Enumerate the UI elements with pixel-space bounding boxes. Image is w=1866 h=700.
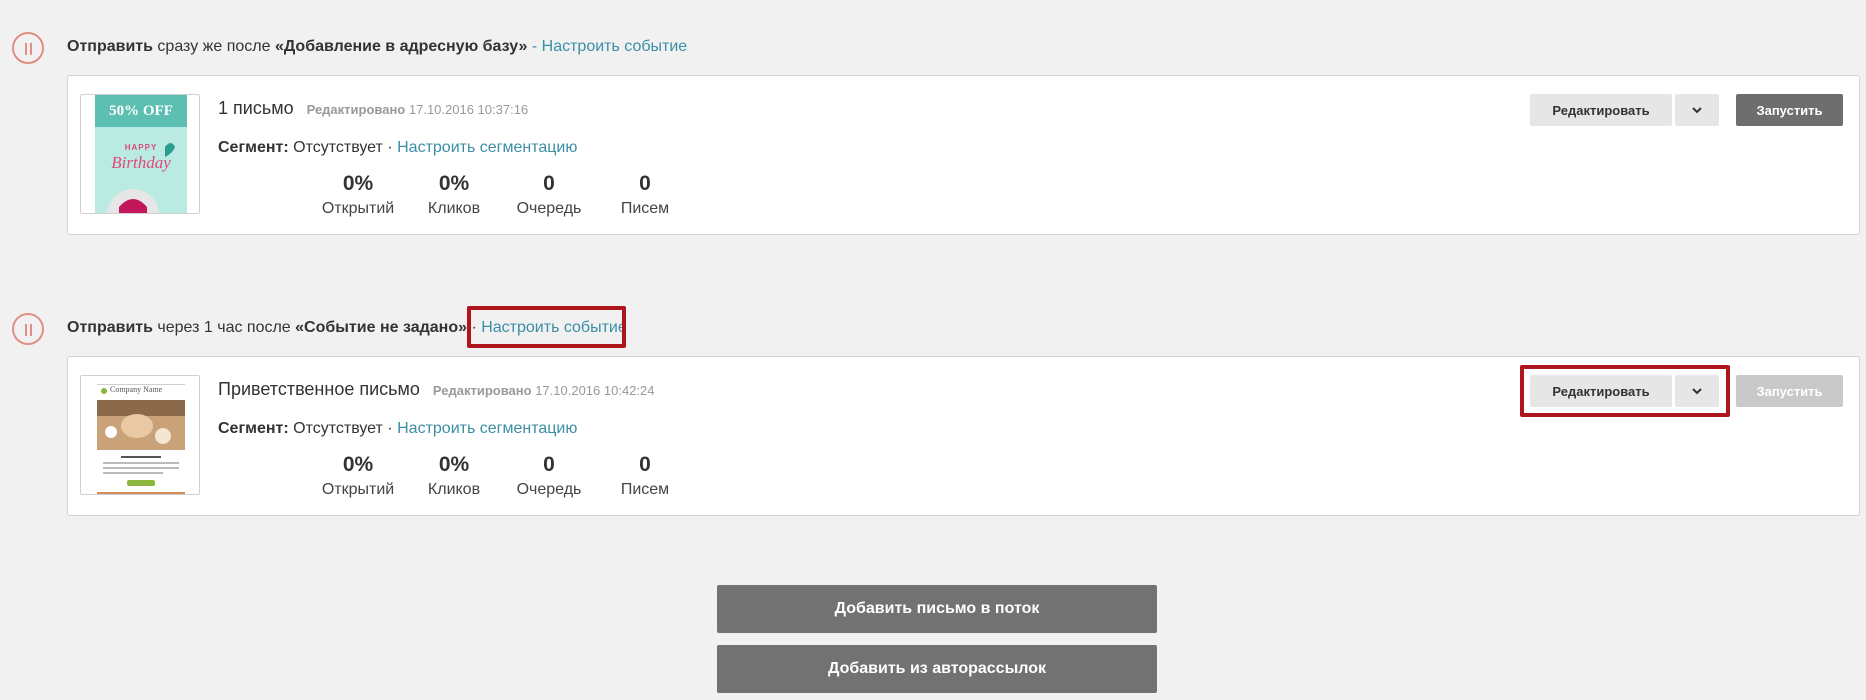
timing-text: через 1 час после: [157, 319, 291, 336]
mail-title-row: 1 письмо Редактировано 17.10.2016 10:37:…: [218, 98, 528, 119]
stat-label: Писем: [620, 200, 670, 217]
stat-label: Кликов: [427, 200, 481, 217]
mail-thumbnail[interactable]: Company Name: [80, 375, 200, 495]
thumb-headline: 50% OFF: [109, 103, 173, 119]
segment-row: Сегмент: Отсутствует · Настроить сегмент…: [218, 139, 577, 157]
edited-date: 17.10.2016 10:37:16: [408, 102, 529, 117]
stat-label: Кликов: [427, 481, 481, 498]
segment-value: Отсутствует: [293, 139, 383, 156]
configure-segmentation-link[interactable]: Настроить сегментацию: [397, 420, 577, 437]
segment-label: Сегмент:: [218, 139, 289, 156]
send-label: Отправить: [67, 38, 153, 55]
edited-label: Редактировано: [306, 102, 406, 117]
run-button[interactable]: Запустить: [1736, 94, 1843, 126]
stat-letters: 0 Писем: [595, 453, 695, 501]
stat-value: 0: [639, 453, 651, 476]
mail-card: 50% OFF HAPPY Birthday 1 письмо Редактир…: [67, 75, 1860, 235]
configure-event-link[interactable]: Настроить событие: [542, 38, 688, 55]
stat-letters: 0 Писем: [595, 172, 695, 220]
highlight-edit-buttons: [1520, 365, 1730, 417]
segment-value: Отсутствует: [293, 420, 383, 437]
stat-value: 0%: [342, 453, 374, 476]
edit-button[interactable]: Редактировать: [1530, 94, 1672, 126]
mail-card: Company Name Приветственное письмо Редак…: [67, 356, 1860, 516]
stat-label: Писем: [620, 481, 670, 498]
segment-label: Сегмент:: [218, 420, 289, 437]
stat-queue: 0 Очередь: [499, 172, 599, 220]
highlight-configure-event: [467, 306, 626, 348]
send-label: Отправить: [67, 319, 153, 336]
event-name: «Добавление в адресную базу»: [274, 38, 528, 55]
stat-clicks: 0% Кликов: [404, 453, 504, 501]
edited-info: Редактировано 17.10.2016 10:37:16: [307, 102, 529, 117]
configure-segmentation-link[interactable]: Настроить сегментацию: [397, 139, 577, 156]
stat-value: 0: [543, 453, 555, 476]
stat-value: 0%: [438, 453, 470, 476]
stat-label: Открытий: [321, 200, 395, 217]
stat-value: 0: [639, 172, 651, 195]
pause-icon[interactable]: [12, 32, 44, 64]
separator: -: [531, 38, 538, 55]
step-header: Отправить сразу же после «Добавление в а…: [67, 38, 687, 56]
segment-separator: ·: [387, 420, 393, 437]
mail-title-row: Приветственное письмо Редактировано 17.1…: [218, 379, 654, 400]
segment-row: Сегмент: Отсутствует · Настроить сегмент…: [218, 420, 577, 438]
stat-value: 0%: [438, 172, 470, 195]
stat-value: 0: [543, 172, 555, 195]
edit-menu-button[interactable]: [1675, 94, 1719, 126]
mail-title[interactable]: 1 письмо: [218, 98, 294, 118]
add-from-autoresponders-button[interactable]: Добавить из авторассылок: [717, 645, 1157, 693]
stat-label: Открытий: [321, 481, 395, 498]
stat-opens: 0% Открытий: [308, 453, 408, 501]
thumb-company-name: Company Name: [110, 385, 163, 394]
stat-label: Очередь: [516, 200, 582, 217]
edited-info: Редактировано 17.10.2016 10:42:24: [433, 383, 655, 398]
edited-label: Редактировано: [432, 383, 532, 398]
segment-separator: ·: [387, 139, 393, 156]
thumb-sub: HAPPY: [124, 143, 158, 152]
chevron-down-icon: [1692, 106, 1702, 113]
add-to-flow-button[interactable]: Добавить письмо в поток: [717, 585, 1157, 633]
timing-text: сразу же после: [157, 38, 271, 55]
mail-title[interactable]: Приветственное письмо: [218, 379, 420, 399]
thumb-script: Birthday: [111, 153, 171, 172]
stat-opens: 0% Открытий: [308, 172, 408, 220]
stat-queue: 0 Очередь: [499, 453, 599, 501]
mail-thumbnail[interactable]: 50% OFF HAPPY Birthday: [80, 94, 200, 214]
stat-label: Очередь: [516, 481, 582, 498]
run-button[interactable]: Запустить: [1736, 375, 1843, 407]
edited-date: 17.10.2016 10:42:24: [535, 383, 655, 398]
stat-value: 0%: [342, 172, 374, 195]
pause-icon[interactable]: [12, 313, 44, 345]
stat-clicks: 0% Кликов: [404, 172, 504, 220]
event-name: «Событие не задано»: [295, 319, 467, 336]
